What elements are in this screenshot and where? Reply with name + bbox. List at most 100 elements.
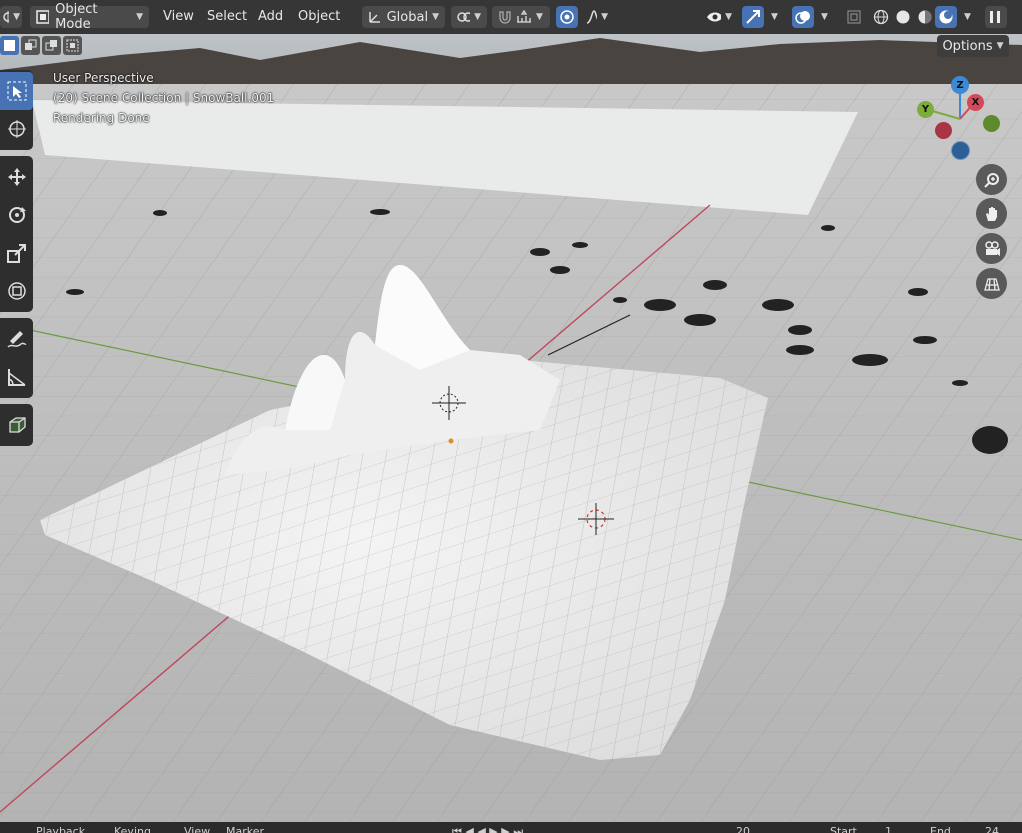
options-dropdown[interactable]: Options ▼	[937, 35, 1009, 57]
snapping-group[interactable]: ▼	[492, 6, 550, 28]
chevron-down-icon: ▼	[13, 12, 20, 22]
current-frame-field[interactable]: 20	[736, 825, 750, 833]
navigation-gizmo[interactable]: Z X Y	[915, 72, 1005, 162]
visibility-dropdown[interactable]: ▼	[700, 6, 738, 28]
tool-cursor[interactable]	[0, 110, 33, 148]
menu-object[interactable]: Object	[294, 6, 344, 28]
select-mode-subtract[interactable]	[42, 36, 61, 55]
annotate-pencil-icon	[6, 331, 27, 348]
chevron-down-icon: ▼	[771, 12, 778, 22]
playback-controls[interactable]: ⏮ ◀ ◀ ▶ ▶ ⏭	[452, 825, 523, 833]
ortho-toggle-button[interactable]	[976, 268, 1007, 299]
shading-wireframe[interactable]	[870, 6, 892, 28]
gizmo-toggle[interactable]	[742, 6, 764, 28]
chevron-down-icon: ▼	[821, 12, 828, 22]
start-frame-label: Start	[830, 825, 857, 833]
tool-group-transform	[0, 156, 33, 312]
gizmo-y-axis[interactable]: Y	[917, 101, 934, 118]
timeline-playback-menu[interactable]: Playback	[36, 825, 85, 833]
perspective-label: User Perspective	[53, 71, 154, 85]
tool-add-cube[interactable]	[0, 406, 33, 444]
select-mode-extend[interactable]	[21, 36, 40, 55]
chevron-down-icon: ▼	[964, 12, 971, 22]
camera-icon	[984, 240, 1000, 256]
3d-viewport[interactable]: User Perspective (20) Scene Collection |…	[0, 0, 1022, 833]
select-mode-new[interactable]	[0, 36, 19, 55]
viewport-header: ▼ Object Mode ▼ View Select Add Object Gl…	[0, 0, 1022, 34]
xray-toggle[interactable]	[843, 6, 865, 28]
chevron-down-icon: ▼	[536, 12, 543, 22]
shading-solid[interactable]	[892, 6, 914, 28]
tool-measure[interactable]	[0, 358, 33, 396]
chevron-down-icon: ▼	[996, 41, 1004, 51]
start-frame-value[interactable]: 1	[885, 825, 892, 833]
pause-bars-icon	[990, 11, 1000, 23]
render-status-label: Rendering Done	[53, 111, 150, 125]
hand-icon	[985, 206, 997, 221]
sidebar-toggle[interactable]	[985, 6, 1007, 28]
select-mode-intersect[interactable]	[63, 36, 82, 55]
falloff-curve-icon	[586, 10, 598, 24]
select-intersect-icon	[66, 39, 79, 52]
options-label: Options	[942, 38, 993, 54]
tool-shelf	[0, 70, 33, 452]
pan-button[interactable]	[976, 198, 1007, 229]
gizmo-x-axis[interactable]: X	[967, 94, 984, 111]
menu-view[interactable]: View	[159, 6, 198, 28]
measure-ruler-icon	[7, 369, 25, 386]
select-new-icon	[4, 40, 15, 51]
falloff-dropdown[interactable]: ▼	[580, 6, 614, 28]
orientation-axes-icon	[369, 12, 380, 23]
material-sphere-icon	[918, 10, 932, 24]
tool-move[interactable]	[0, 158, 33, 196]
transform-orientation-dropdown[interactable]: Global ▼	[362, 6, 445, 28]
collection-label: (20) Scene Collection | SnowBall.001	[53, 91, 275, 105]
gizmo-neg-x-axis[interactable]	[935, 122, 952, 139]
editor-type-button[interactable]: ▼	[0, 6, 22, 28]
zoom-button[interactable]	[976, 164, 1007, 195]
overlays-dropdown[interactable]: ▼	[815, 6, 835, 28]
rotate-icon	[8, 207, 26, 223]
menu-select[interactable]: Select	[203, 6, 251, 28]
end-frame-value[interactable]: 24	[985, 825, 999, 833]
viewport-editor-icon	[3, 11, 10, 23]
camera-view-button[interactable]	[976, 233, 1007, 264]
gizmo-z-axis[interactable]: Z	[951, 76, 969, 94]
chevron-down-icon: ▼	[432, 12, 439, 22]
tool-scale[interactable]	[0, 234, 33, 272]
timeline-marker-menu[interactable]: Marker	[226, 825, 264, 833]
timeline-keying-menu[interactable]: Keying	[114, 825, 151, 833]
overlays-toggle[interactable]	[792, 6, 814, 28]
tool-rotate[interactable]	[0, 196, 33, 234]
gizmo-dropdown[interactable]: ▼	[765, 6, 785, 28]
proportional-editing-toggle[interactable]	[556, 6, 578, 28]
proportional-edit-icon	[560, 10, 574, 24]
menu-add[interactable]: Add	[254, 6, 287, 28]
magnet-icon	[499, 11, 511, 24]
chevron-down-icon: ▼	[725, 12, 732, 22]
timeline-header: Playback Keying View Marker ⏮ ◀ ◀ ▶ ▶ ⏭ …	[0, 822, 1022, 833]
select-cursor-icon	[7, 81, 26, 101]
pivot-link-icon	[457, 12, 471, 22]
shading-rendered[interactable]	[935, 6, 957, 28]
pivot-point-dropdown[interactable]: ▼	[451, 6, 487, 28]
select-subtract-icon	[45, 40, 57, 51]
zoom-icon	[983, 172, 999, 188]
transform-icon	[7, 282, 26, 300]
overlay-circles-icon	[795, 11, 810, 24]
gizmo-neg-y-axis[interactable]	[983, 115, 1000, 132]
chevron-down-icon: ▼	[601, 12, 608, 22]
orientation-label: Global	[386, 9, 429, 25]
rendered-sphere-icon	[939, 10, 953, 24]
shading-dropdown[interactable]: ▼	[958, 6, 978, 28]
mode-dropdown[interactable]: Object Mode ▼	[30, 2, 149, 32]
tool-annotate[interactable]	[0, 320, 33, 358]
tool-group-add	[0, 404, 33, 446]
tool-transform[interactable]	[0, 272, 33, 310]
tool-select-box[interactable]	[0, 72, 33, 110]
gizmo-neg-z-axis[interactable]	[951, 141, 970, 160]
timeline-view-menu[interactable]: View	[184, 825, 210, 833]
move-icon	[7, 168, 26, 186]
shading-material[interactable]	[914, 6, 936, 28]
select-extend-icon	[25, 39, 37, 50]
